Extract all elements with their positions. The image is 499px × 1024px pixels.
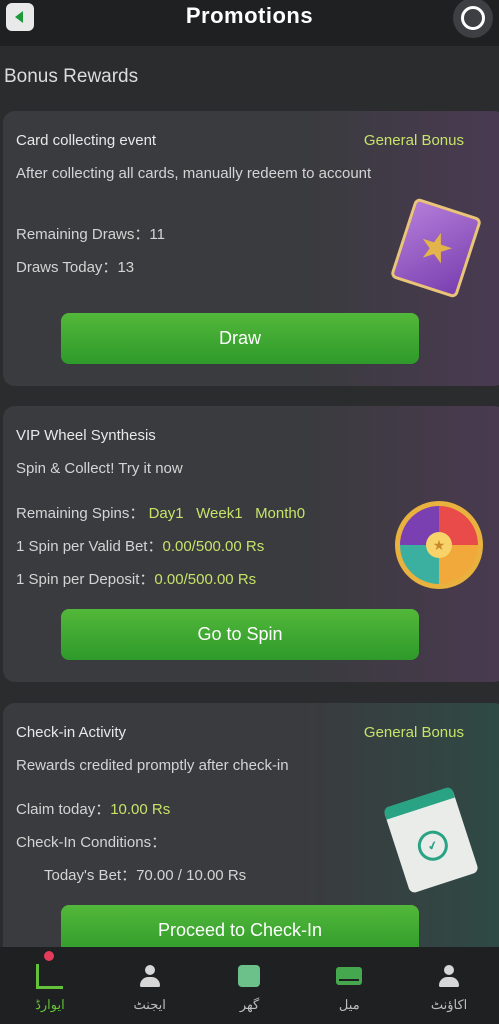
nav-rewards[interactable]: ایوارڈ [0, 947, 100, 1024]
draws-today: Draws Today：13 [16, 256, 134, 277]
support-icon[interactable] [453, 0, 493, 38]
back-arrow-icon[interactable] [6, 3, 34, 31]
check-in-card: Check-in Activity General Bonus Rewards … [3, 703, 499, 963]
mail-icon [334, 961, 364, 991]
card-subtitle: Rewards credited promptly after check-in [16, 757, 289, 774]
vip-wheel-card: VIP Wheel Synthesis Spin & Collect! Try … [3, 406, 499, 682]
nav-label: میل [338, 997, 360, 1012]
spins-month: Month0 [255, 505, 306, 522]
card-collecting-event: Card collecting event General Bonus Afte… [3, 111, 499, 386]
spins-week: Week1 [196, 505, 243, 522]
todays-bet-value: 70.00 / 10.00 Rs [136, 867, 247, 884]
todays-bet-label: Today's Bet： [44, 867, 137, 884]
page-title: Promotions [185, 3, 314, 28]
home-icon [234, 961, 264, 991]
bottom-nav: ایوارڈ ایجنٹ گھر میل اکاؤنٹ [0, 947, 499, 1024]
app-header: Promotions [0, 0, 499, 46]
notification-dot [44, 951, 54, 961]
card-subtitle: After collecting all cards, manually red… [16, 165, 372, 182]
claim-label: Claim today： [16, 801, 111, 818]
calendar-icon: ✔ [382, 786, 480, 894]
card-subtitle: Spin & Collect! Try it now [16, 460, 183, 477]
remaining-draws: Remaining Draws：11 [16, 223, 165, 244]
valid-bet-progress: 1 Spin per Valid Bet：0.00/500.00 Rs [16, 535, 264, 556]
valid-bet-label: 1 Spin per Valid Bet： [16, 538, 163, 555]
wheel-icon: ★ [395, 501, 483, 589]
todays-bet: Today's Bet：70.00 / 10.00 Rs [44, 864, 246, 885]
card-title: Check-in Activity [16, 724, 127, 741]
nav-mail[interactable]: میل [299, 947, 399, 1024]
remaining-draws-value: 11 [149, 226, 165, 243]
claim-value: 10.00 Rs [110, 801, 171, 818]
nav-label: ایجنٹ [133, 997, 166, 1012]
section-title: Bonus Rewards [4, 66, 139, 87]
nav-agent[interactable]: ایجنٹ [100, 947, 200, 1024]
account-icon [434, 961, 464, 991]
draws-today-label: Draws Today： [16, 259, 118, 276]
card-title: VIP Wheel Synthesis [16, 427, 156, 444]
valid-bet-value: 0.00/500.00 Rs [162, 538, 265, 555]
deposit-progress: 1 Spin per Deposit：0.00/500.00 Rs [16, 568, 256, 589]
rewards-icon [35, 961, 65, 991]
agent-icon [135, 961, 165, 991]
spins-day: Day1 [148, 505, 184, 522]
deposit-value: 0.00/500.00 Rs [154, 571, 257, 588]
draws-today-value: 13 [117, 259, 135, 276]
bonus-tag: General Bonus [363, 132, 464, 149]
nav-home[interactable]: گھر [200, 947, 300, 1024]
remaining-spins: Remaining Spins： Day1 Week1 Month0 [16, 502, 305, 523]
bonus-tag: General Bonus [363, 724, 464, 741]
claim-today: Claim today：10.00 Rs [16, 798, 170, 819]
remaining-spins-label: Remaining Spins： [16, 505, 145, 522]
remaining-draws-label: Remaining Draws： [16, 226, 150, 243]
nav-account[interactable]: اکاؤنٹ [399, 947, 499, 1024]
draw-button[interactable]: Draw [61, 313, 419, 364]
go-to-spin-button[interactable]: Go to Spin [61, 609, 419, 660]
nav-label: اکاؤنٹ [430, 997, 468, 1012]
card-icon: ★ [389, 197, 483, 299]
nav-label: ایوارڈ [35, 997, 65, 1012]
check-in-conditions: Check-In Conditions： [16, 834, 167, 851]
card-title: Card collecting event [16, 132, 157, 149]
nav-label: گھر [239, 997, 260, 1012]
deposit-label: 1 Spin per Deposit： [16, 571, 155, 588]
